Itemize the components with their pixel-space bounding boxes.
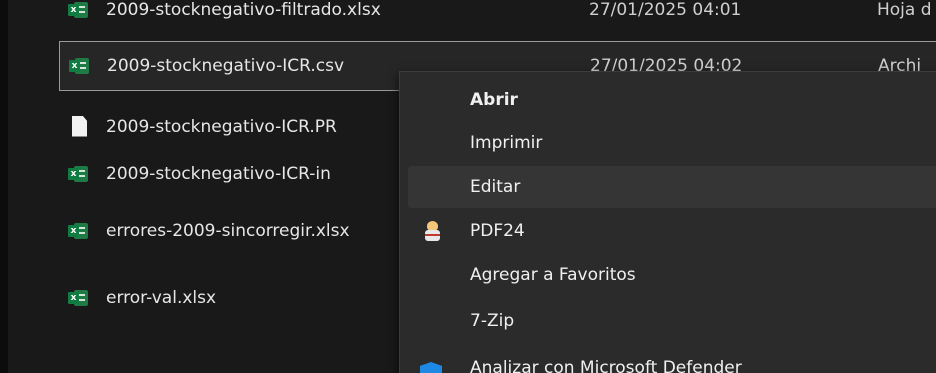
context-menu: Abrir Imprimir Editar PDF24 Agregar a Fa… <box>399 71 936 373</box>
menu-item-label: Editar <box>470 177 521 197</box>
pdf24-icon <box>422 220 444 242</box>
navigation-pane-edge <box>0 0 8 373</box>
menu-item-label: PDF24 <box>470 221 525 241</box>
document-icon <box>68 115 96 138</box>
excel-icon: x <box>68 163 96 185</box>
excel-icon: x <box>68 220 96 242</box>
menu-item-label: Abrir <box>470 90 518 110</box>
menu-item-label: Agregar a Favoritos <box>470 265 636 285</box>
excel-csv-icon: x <box>69 55 97 77</box>
file-name: 2009-stocknegativo-filtrado.xlsx <box>106 0 381 20</box>
menu-item-open[interactable]: Abrir <box>408 79 936 121</box>
menu-item-label: Imprimir <box>470 133 543 153</box>
file-date: 27/01/2025 04:01 <box>589 0 742 20</box>
menu-item-print[interactable]: Imprimir <box>408 122 936 164</box>
menu-item-7zip[interactable]: 7-Zip <box>408 300 936 342</box>
menu-item-edit[interactable]: Editar <box>408 166 936 208</box>
menu-item-add-favorites[interactable]: Agregar a Favoritos <box>408 254 936 296</box>
file-explorer-window: x 2009-stocknegativo-filtrado.xlsx 27/01… <box>0 0 936 373</box>
defender-shield-icon <box>420 362 442 373</box>
file-row[interactable]: x 2009-stocknegativo-filtrado.xlsx 27/01… <box>59 0 936 26</box>
menu-item-pdf24[interactable]: PDF24 <box>408 210 936 252</box>
file-type: Hoja d <box>877 0 932 20</box>
menu-item-defender[interactable]: Analizar con Microsoft Defender <box>470 358 742 373</box>
excel-icon: x <box>68 287 96 309</box>
menu-item-label: 7-Zip <box>470 311 515 331</box>
excel-icon: x <box>68 0 96 21</box>
